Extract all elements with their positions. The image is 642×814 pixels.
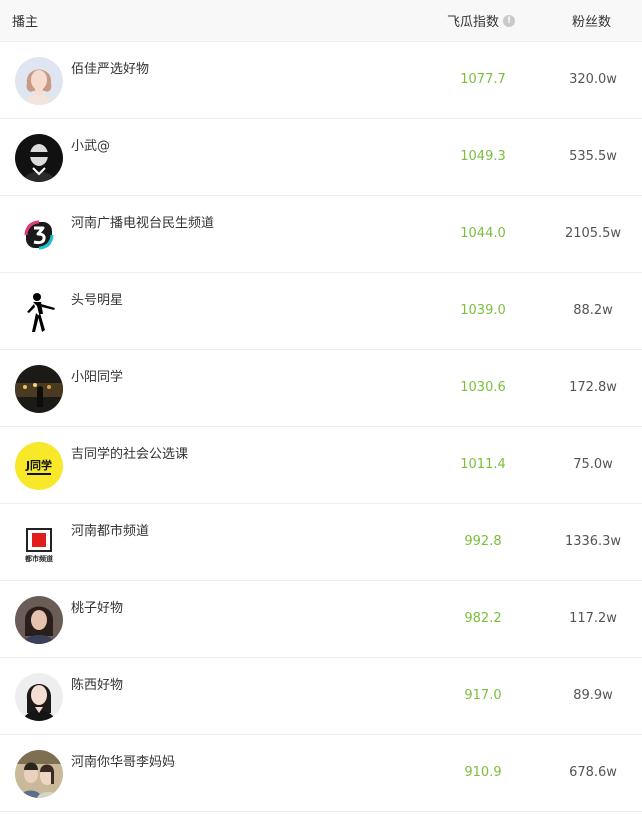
channel-3-logo-icon[interactable] bbox=[15, 211, 63, 259]
table-row[interactable]: 都市频道 河南都市频道 992.8 1336.3w bbox=[0, 504, 642, 581]
index-value: 992.8 bbox=[464, 534, 502, 549]
host-name[interactable]: 小武@ bbox=[71, 135, 110, 154]
index-value: 910.9 bbox=[464, 765, 502, 780]
woman-portrait-icon[interactable] bbox=[15, 596, 63, 644]
table-row[interactable]: 佰佳严选好物 1077.7 320.0w bbox=[0, 42, 642, 119]
host-name[interactable]: 河南广播电视台民生频道 bbox=[71, 212, 214, 231]
ranking-table: 播主 飞瓜指数 ! 粉丝数 佰佳严选好物 1077.7 320.0w 小武@ 1… bbox=[0, 0, 642, 812]
avatar-logo-text: J同学 bbox=[25, 458, 52, 472]
index-value: 1030.6 bbox=[460, 380, 506, 395]
fans-value: 1336.3w bbox=[564, 534, 622, 549]
j-tongxue-logo-icon[interactable]: J同学 bbox=[15, 442, 63, 490]
table-header: 播主 飞瓜指数 ! 粉丝数 bbox=[0, 0, 642, 42]
table-row[interactable]: J同学 吉同学的社会公选课 1011.4 75.0w bbox=[0, 427, 642, 504]
man-sunglasses-icon[interactable] bbox=[15, 134, 63, 182]
host-name[interactable]: 河南你华哥李妈妈 bbox=[71, 751, 175, 770]
host-name[interactable]: 佰佳严选好物 bbox=[71, 58, 149, 77]
index-value: 1049.3 bbox=[460, 149, 506, 164]
table-row[interactable]: 河南你华哥李妈妈 910.9 678.6w bbox=[0, 735, 642, 812]
host-name[interactable]: 桃子好物 bbox=[71, 597, 123, 616]
dancer-silhouette-icon[interactable] bbox=[15, 288, 63, 336]
fans-value: 2105.5w bbox=[564, 226, 622, 241]
host-name[interactable]: 吉同学的社会公选课 bbox=[71, 443, 188, 462]
fans-value: 89.9w bbox=[573, 688, 613, 703]
woman-portrait-icon[interactable] bbox=[15, 673, 63, 721]
fans-value: 678.6w bbox=[569, 765, 617, 780]
column-header-fans[interactable]: 粉丝数 bbox=[572, 11, 611, 30]
column-header-host[interactable]: 播主 bbox=[12, 11, 38, 30]
index-value: 982.2 bbox=[464, 611, 502, 626]
fans-value: 88.2w bbox=[573, 303, 613, 318]
table-row[interactable]: 桃子好物 982.2 117.2w bbox=[0, 581, 642, 658]
index-value: 1044.0 bbox=[460, 226, 506, 241]
table-row[interactable]: 河南广播电视台民生频道 1044.0 2105.5w bbox=[0, 196, 642, 273]
info-icon[interactable]: ! bbox=[503, 14, 516, 27]
fans-value: 117.2w bbox=[569, 611, 617, 626]
column-header-index-label: 飞瓜指数 bbox=[447, 15, 500, 30]
index-value: 1077.7 bbox=[460, 72, 506, 87]
host-name[interactable]: 头号明星 bbox=[71, 289, 123, 308]
fans-value: 75.0w bbox=[573, 457, 613, 472]
table-row[interactable]: 头号明星 1039.0 88.2w bbox=[0, 273, 642, 350]
dushi-channel-logo-icon[interactable]: 都市频道 bbox=[15, 519, 63, 567]
woman-portrait-icon[interactable] bbox=[15, 57, 63, 105]
table-row[interactable]: 小阳同学 1030.6 172.8w bbox=[0, 350, 642, 427]
couple-photo-icon[interactable] bbox=[15, 750, 63, 798]
table-row[interactable]: 小武@ 1049.3 535.5w bbox=[0, 119, 642, 196]
host-name[interactable]: 陈西好物 bbox=[71, 674, 123, 693]
fans-value: 172.8w bbox=[569, 380, 617, 395]
avatar-logo-text: 都市频道 bbox=[24, 554, 53, 563]
fans-value: 320.0w bbox=[569, 72, 617, 87]
host-name[interactable]: 河南都市频道 bbox=[71, 520, 149, 539]
index-value: 1039.0 bbox=[460, 303, 506, 318]
night-street-icon[interactable] bbox=[15, 365, 63, 413]
fans-value: 535.5w bbox=[569, 149, 617, 164]
table-row[interactable]: 陈西好物 917.0 89.9w bbox=[0, 658, 642, 735]
index-value: 1011.4 bbox=[460, 457, 506, 472]
column-header-index[interactable]: 飞瓜指数 ! bbox=[447, 11, 516, 30]
host-name[interactable]: 小阳同学 bbox=[71, 366, 123, 385]
index-value: 917.0 bbox=[464, 688, 502, 703]
